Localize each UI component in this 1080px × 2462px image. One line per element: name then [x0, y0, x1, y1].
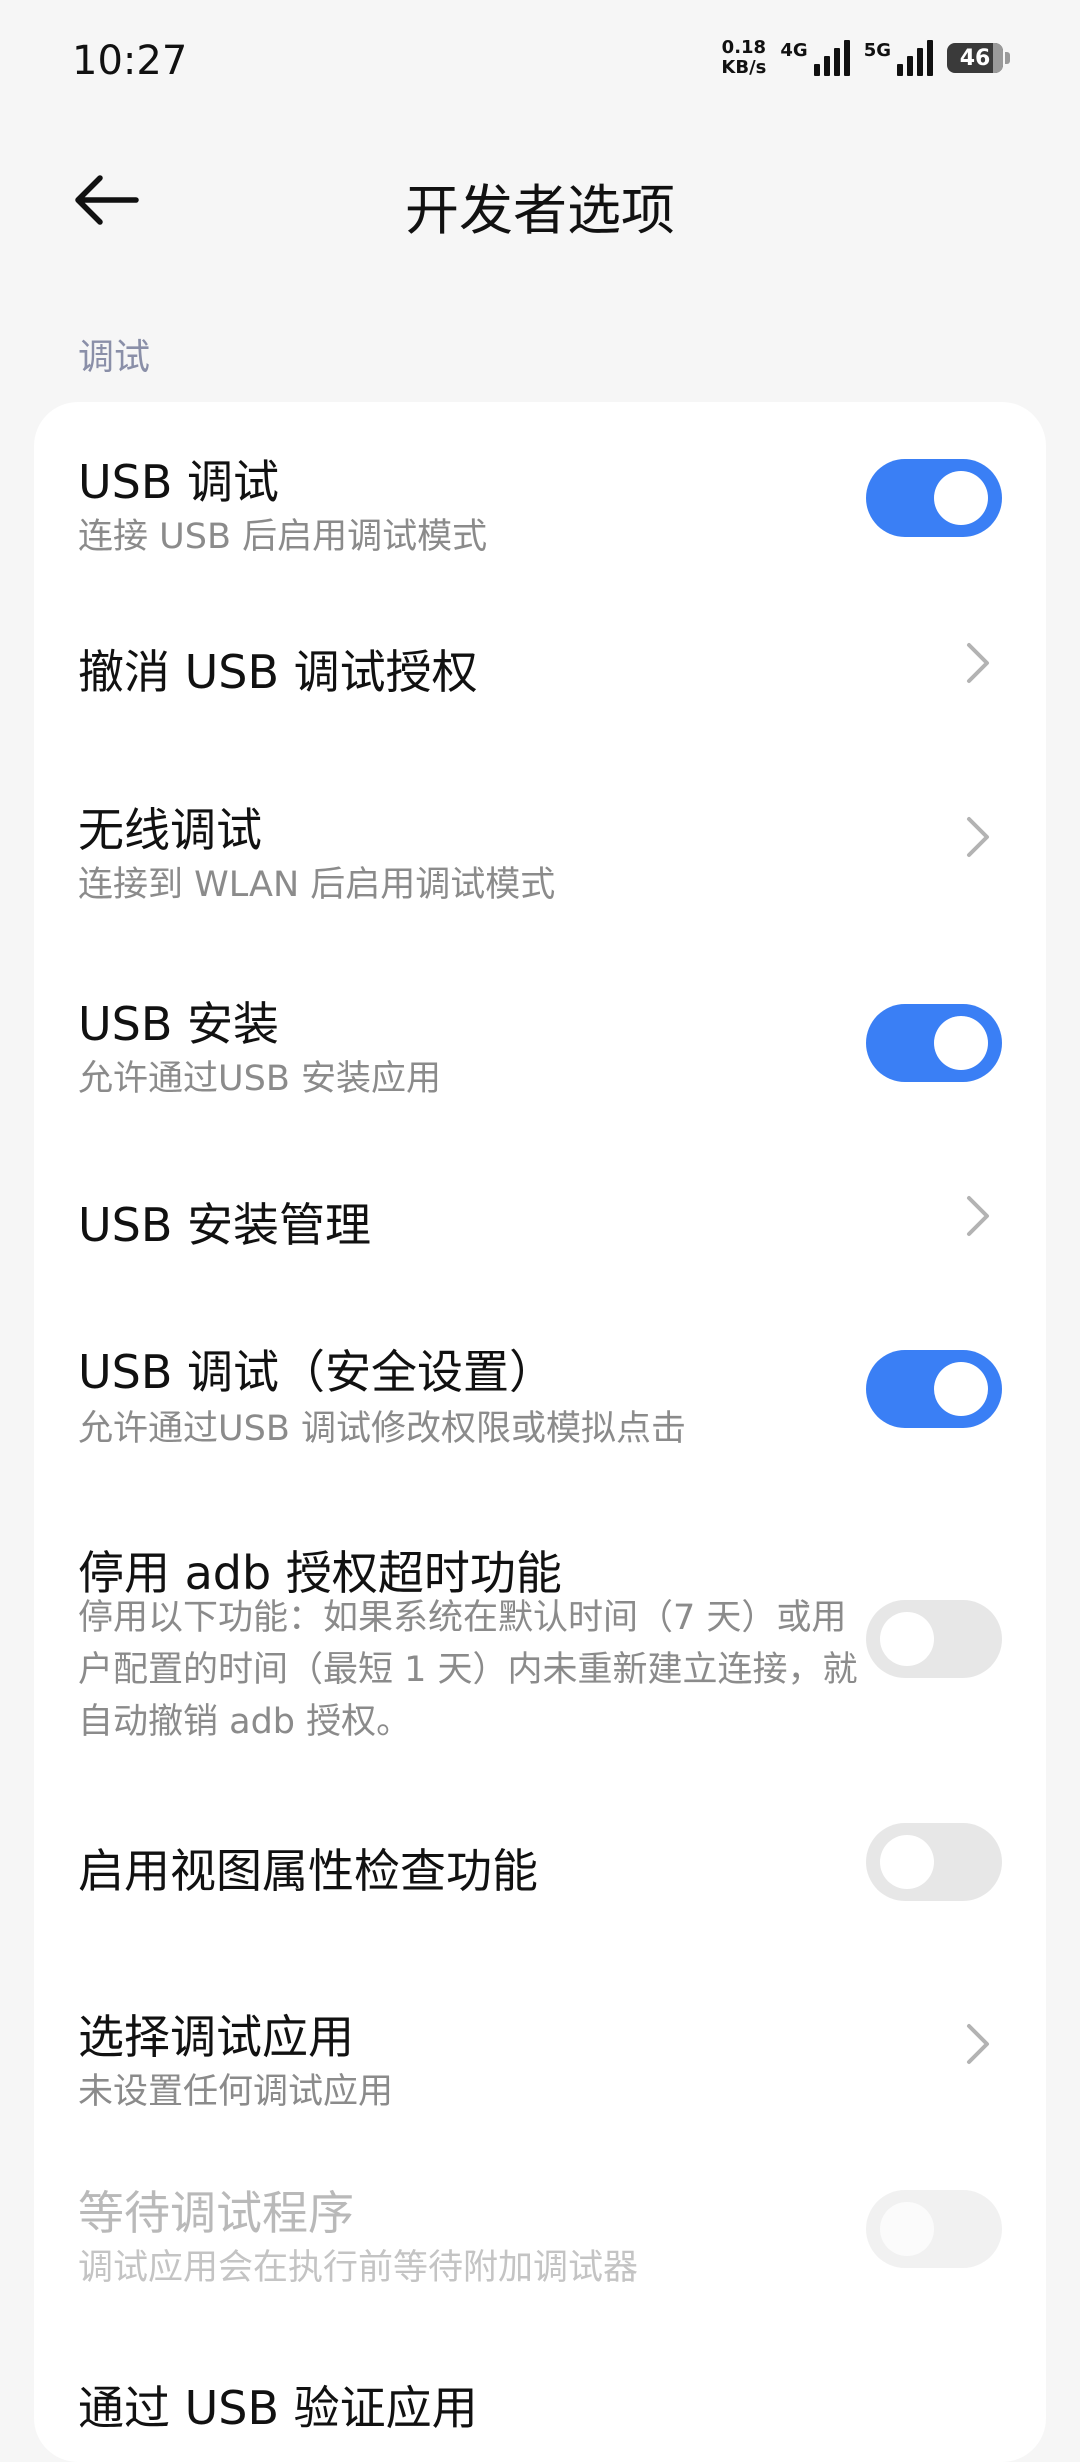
setting-usb-debugging[interactable]: USB 调试 连接 USB 后启用调试模式: [34, 402, 1046, 576]
setting-subtitle: 连接 USB 后启用调试模式: [78, 517, 488, 557]
battery-icon: 46: [947, 43, 1010, 73]
setting-subtitle: 允许通过USB 安装应用: [78, 1059, 441, 1099]
usb-debugging-toggle[interactable]: [866, 459, 1002, 537]
network-speed-unit: KB/s: [721, 57, 767, 78]
disable-adb-timeout-toggle[interactable]: [866, 1600, 1002, 1678]
view-attribute-inspection-toggle[interactable]: [866, 1823, 1002, 1901]
setting-subtitle: 调试应用会在执行前等待附加调试器: [78, 2248, 639, 2288]
status-bar: 10:27 0.18 KB/s 4G 5G 46: [0, 0, 1080, 130]
settings-card: USB 调试 连接 USB 后启用调试模式 撤消 USB 调试授权 无线调试 连…: [34, 402, 1046, 2462]
wait-for-debugger-toggle[interactable]: [866, 2190, 1002, 2268]
setting-wireless-debugging[interactable]: 无线调试 连接到 WLAN 后启用调试模式: [34, 750, 1046, 924]
setting-select-debug-app[interactable]: 选择调试应用 未设置任何调试应用: [34, 1949, 1046, 2123]
setting-title: USB 调试: [78, 455, 280, 509]
setting-title: USB 安装管理: [78, 1198, 372, 1252]
signal-5g-label: 5G: [863, 40, 891, 61]
setting-title: 选择调试应用: [78, 2010, 354, 2064]
section-label: 调试: [78, 337, 151, 378]
setting-wait-for-debugger[interactable]: 等待调试程序 调试应用会在执行前等待附加调试器: [34, 2123, 1046, 2297]
status-icons: 0.18 KB/s 4G 5G 46: [721, 38, 1010, 78]
setting-view-attribute-inspection[interactable]: 启用视图属性检查功能: [34, 1779, 1046, 1949]
setting-subtitle: 未设置任何调试应用: [78, 2072, 394, 2112]
header: 开发者选项: [0, 130, 1080, 270]
chevron-right-icon: [958, 1191, 998, 1241]
signal-5g-icon: 5G: [864, 40, 933, 76]
setting-usb-install[interactable]: USB 安装 允许通过USB 安装应用: [34, 924, 1046, 1119]
setting-usb-install-management[interactable]: USB 安装管理: [34, 1119, 1046, 1293]
setting-title: 等待调试程序: [78, 2186, 354, 2240]
chevron-right-icon: [958, 2019, 998, 2069]
setting-subtitle: 允许通过USB 调试修改权限或模拟点击: [78, 1409, 686, 1449]
battery-percent: 46: [959, 45, 991, 71]
setting-title: USB 调试（安全设置）: [78, 1345, 556, 1399]
setting-title: USB 安装: [78, 997, 280, 1051]
setting-title: 通过 USB 验证应用: [78, 2381, 478, 2435]
setting-subtitle: 停用以下功能：如果系统在默认时间（7 天）或用户配置的时间（最短 1 天）内未重…: [78, 1598, 858, 1742]
usb-debugging-security-toggle[interactable]: [866, 1350, 1002, 1428]
network-speed-value: 0.18: [721, 37, 767, 58]
setting-title: 无线调试: [78, 803, 262, 857]
setting-disable-adb-timeout[interactable]: 停用 adb 授权超时功能 停用以下功能：如果系统在默认时间（7 天）或用户配置…: [34, 1467, 1046, 1779]
setting-usb-debugging-security[interactable]: USB 调试（安全设置） 允许通过USB 调试修改权限或模拟点击: [34, 1293, 1046, 1467]
signal-4g-label: 4G: [780, 40, 808, 61]
status-time: 10:27: [72, 38, 188, 84]
setting-title: 启用视图属性检查功能: [78, 1844, 538, 1898]
network-speed: 0.18 KB/s: [721, 38, 766, 78]
setting-title: 撤消 USB 调试授权: [78, 645, 478, 699]
usb-install-toggle[interactable]: [866, 1004, 1002, 1082]
signal-4g-icon: 4G: [780, 40, 850, 76]
setting-revoke-usb-authorization[interactable]: 撤消 USB 调试授权: [34, 576, 1046, 750]
chevron-right-icon: [958, 638, 998, 688]
setting-subtitle: 连接到 WLAN 后启用调试模式: [78, 865, 556, 905]
setting-verify-apps-over-usb[interactable]: 通过 USB 验证应用: [34, 2297, 1046, 2462]
page-title: 开发者选项: [405, 179, 675, 242]
chevron-right-icon: [958, 812, 998, 862]
